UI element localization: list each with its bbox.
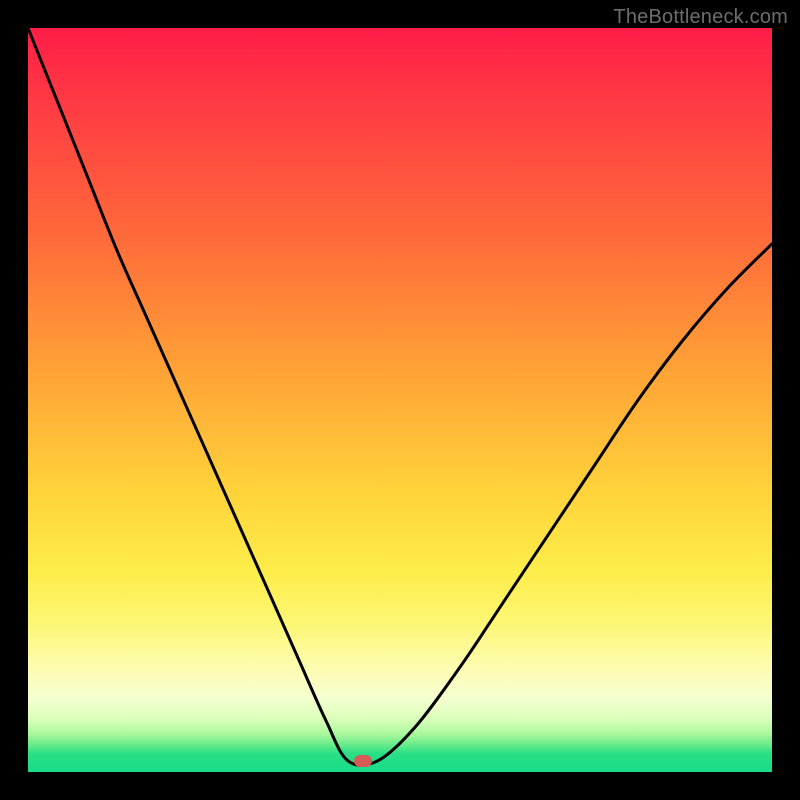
bottleneck-curve	[28, 28, 772, 772]
min-marker	[354, 755, 372, 767]
watermark-text: TheBottleneck.com	[613, 6, 788, 29]
curve-path	[28, 28, 772, 766]
chart-frame: TheBottleneck.com	[0, 0, 800, 800]
plot-area	[28, 28, 772, 772]
